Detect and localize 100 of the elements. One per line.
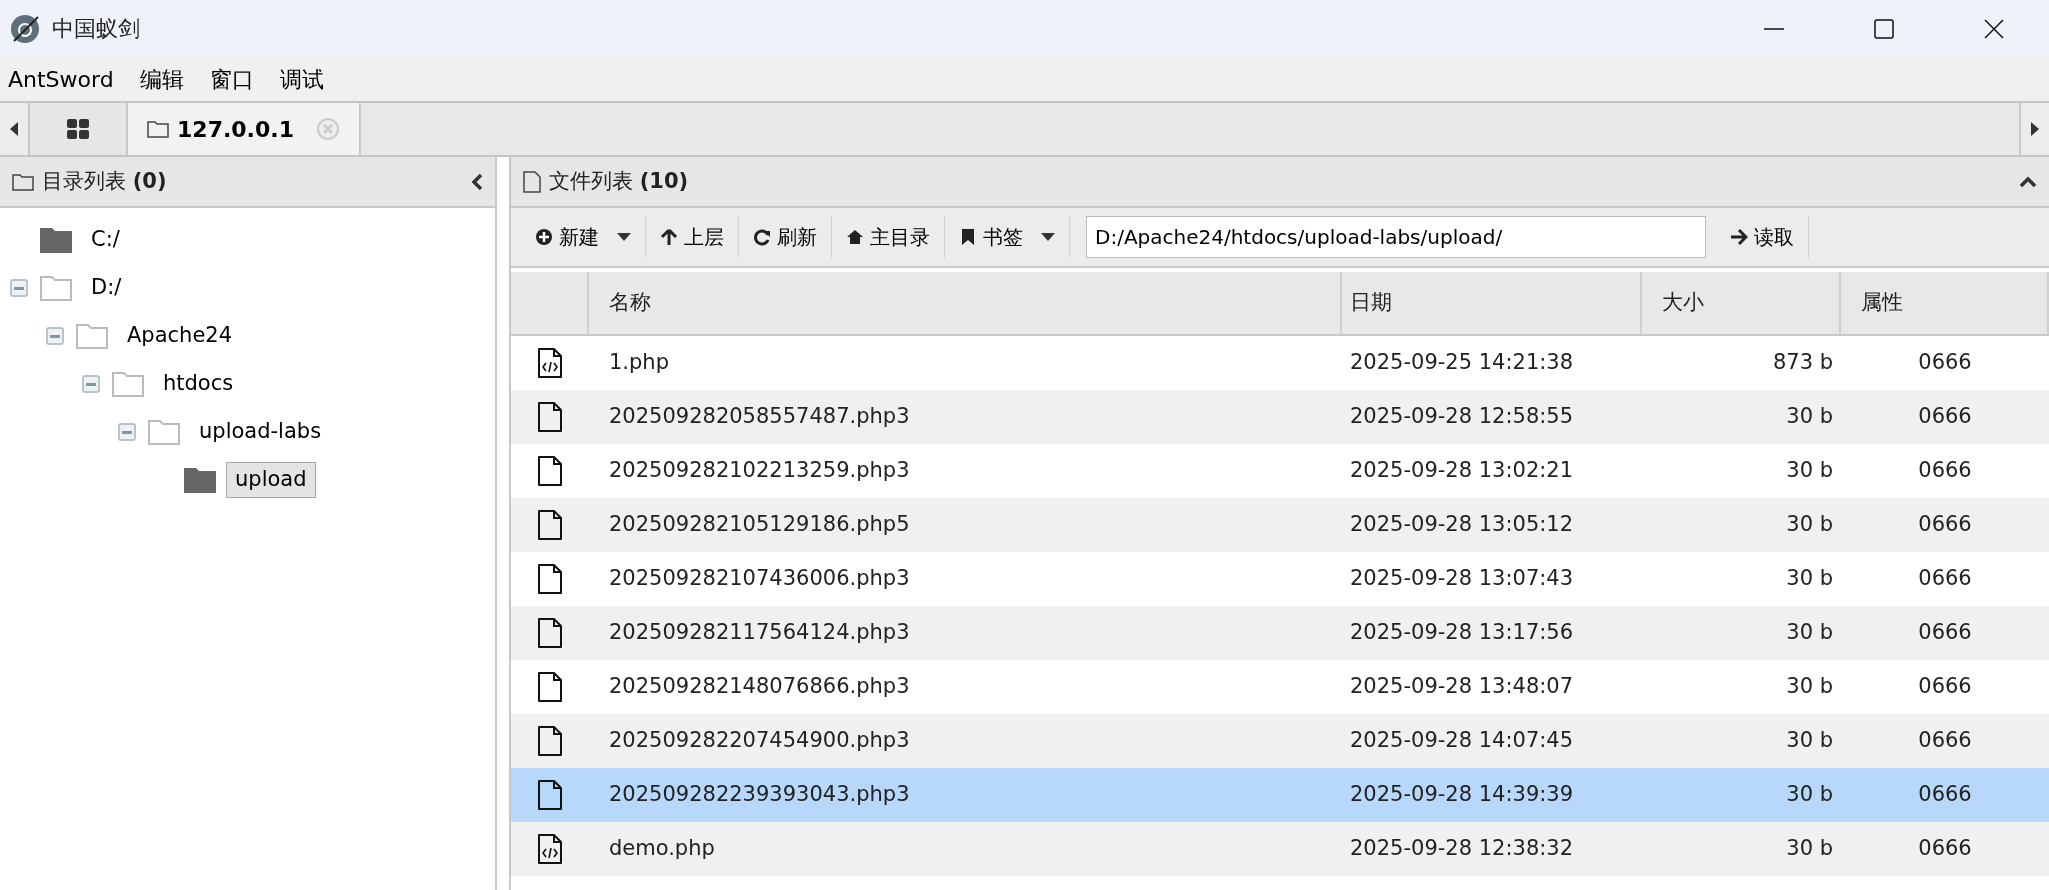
right-arrow-icon (2031, 122, 2039, 136)
file-name: demo.php (609, 835, 715, 863)
connection-tab[interactable]: 127.0.0.1 (128, 103, 361, 155)
file-attributes: 0666 (1918, 673, 1972, 701)
file-size: 30 b (1786, 511, 1833, 539)
file-icon (537, 618, 563, 648)
file-date: 2025-09-28 12:38:32 (1350, 835, 1574, 863)
scroll-right-button[interactable] (2019, 103, 2049, 155)
file-icon (537, 726, 563, 756)
file-name: 202509282239393043.php3 (609, 781, 910, 809)
document-icon (523, 170, 541, 193)
bookmark-icon (959, 228, 977, 246)
folder-label[interactable]: D:/ (82, 270, 131, 306)
refresh-icon (753, 228, 771, 246)
column-header[interactable]: 属性 (1841, 272, 2049, 334)
file-icon (537, 564, 563, 594)
file-size: 30 b (1786, 457, 1833, 485)
folder-label[interactable]: C:/ (82, 222, 129, 258)
column-header[interactable]: 大小 (1642, 272, 1841, 334)
plus-circle-icon (535, 228, 553, 246)
file-name: 1.php (609, 349, 669, 377)
minimize-icon (1764, 27, 1784, 30)
chevron-up-icon (2019, 175, 2037, 188)
file-row[interactable]: 202509282239393043.php3 2025-09-28 14:39:39 30 b 0666 (511, 768, 2049, 822)
folder-icon (112, 371, 144, 397)
file-name: 202509282102213259.php3 (609, 457, 910, 485)
toolbar-button[interactable]: 新建 (521, 216, 646, 258)
collapse-left-button[interactable] (471, 172, 483, 191)
folder-label[interactable]: upload (226, 462, 316, 498)
window-title: 中国蚁剑 (52, 15, 140, 43)
menu-item[interactable]: 调试 (271, 62, 332, 96)
collapse-toggle[interactable] (10, 279, 28, 297)
home-icon (846, 228, 864, 246)
file-attributes: 0666 (1918, 727, 1972, 755)
code-file-icon (537, 834, 563, 864)
chevron-left-icon (471, 172, 483, 191)
file-row[interactable]: 202509282058557487.php3 2025-09-28 12:58:55 30 b 0666 (511, 390, 2049, 444)
folder-icon (12, 172, 34, 191)
folder-label[interactable]: upload-labs (190, 414, 331, 450)
close-tab-icon (315, 117, 340, 141)
file-icon (537, 456, 563, 486)
file-icon (537, 672, 563, 702)
collapse-toggle[interactable] (82, 375, 100, 393)
column-header[interactable]: 日期 (1342, 272, 1642, 334)
toolbar-button[interactable]: 上层 (646, 216, 739, 258)
app-logo-icon (10, 13, 40, 44)
file-attributes: 0666 (1918, 457, 1972, 485)
up-arrow-icon (660, 228, 678, 246)
file-size: 30 b (1786, 673, 1833, 701)
file-size: 30 b (1786, 835, 1833, 863)
file-row[interactable]: 202509282207454900.php3 2025-09-28 14:07:45 30 b 0666 (511, 714, 2049, 768)
column-header[interactable]: 名称 (589, 272, 1342, 334)
toolbar-button[interactable]: 刷新 (739, 216, 832, 258)
right-arrow-icon (1730, 228, 1748, 246)
file-attributes: 0666 (1918, 781, 1972, 809)
file-row[interactable]: 202509282105129186.php5 2025-09-28 13:05:12 30 b 0666 (511, 498, 2049, 552)
read-button[interactable]: 读取 (1716, 216, 1809, 258)
file-date: 2025-09-28 13:17:56 (1350, 619, 1574, 647)
file-name: 202509282107436006.php3 (609, 565, 910, 593)
file-attributes: 0666 (1918, 403, 1972, 431)
maximize-icon (1874, 18, 1894, 39)
left-arrow-icon (10, 122, 18, 136)
folder-label[interactable]: Apache24 (118, 318, 242, 354)
file-size: 30 b (1786, 619, 1833, 647)
file-attributes: 0666 (1918, 349, 1972, 377)
folder-label[interactable]: htdocs (154, 366, 243, 402)
file-icon (537, 510, 563, 540)
file-size: 873 b (1772, 349, 1833, 377)
menu-item[interactable]: 编辑 (131, 62, 192, 96)
file-name: 202509282148076866.php3 (609, 673, 910, 701)
toolbar-button[interactable]: 主目录 (832, 216, 945, 258)
folder-icon (76, 323, 108, 349)
panel-title: 目录列表 (0) (42, 167, 167, 195)
file-name: 202509282117564124.php3 (609, 619, 910, 647)
file-name: 202509282207454900.php3 (609, 727, 910, 755)
file-date: 2025-09-28 12:58:55 (1350, 403, 1574, 431)
file-date: 2025-09-28 13:02:21 (1350, 457, 1574, 485)
file-row[interactable]: demo.php 2025-09-28 12:38:32 30 b 0666 (511, 822, 2049, 876)
close-icon (1984, 18, 2004, 39)
path-field[interactable]: D:/Apache24/htdocs/upload-labs/upload/ (1086, 216, 1706, 258)
file-date: 2025-09-28 13:07:43 (1350, 565, 1574, 593)
menu-item[interactable]: AntSword (0, 62, 122, 96)
scroll-left-button[interactable] (0, 103, 30, 155)
menu-item[interactable]: 窗口 (201, 62, 262, 96)
grid-icon (67, 119, 89, 139)
collapse-toggle[interactable] (118, 423, 136, 441)
collapse-toggle[interactable] (46, 327, 64, 345)
collapse-up-button[interactable] (2019, 175, 2037, 188)
file-date: 2025-09-28 13:05:12 (1350, 511, 1574, 539)
toolbar-button[interactable]: 书签 (945, 216, 1070, 258)
file-attributes: 0666 (1918, 835, 1972, 863)
file-date: 2025-09-28 13:48:07 (1350, 673, 1574, 701)
file-attributes: 0666 (1918, 619, 1972, 647)
file-date: 2025-09-25 14:21:38 (1350, 349, 1574, 377)
file-date: 2025-09-28 14:39:39 (1350, 781, 1574, 809)
file-icon (537, 780, 563, 810)
file-date: 2025-09-28 14:07:45 (1350, 727, 1574, 755)
file-row[interactable]: 202509282117564124.php3 2025-09-28 13:17:56 30 b 0666 (511, 606, 2049, 660)
folder-icon (148, 419, 180, 445)
file-icon (537, 402, 563, 432)
